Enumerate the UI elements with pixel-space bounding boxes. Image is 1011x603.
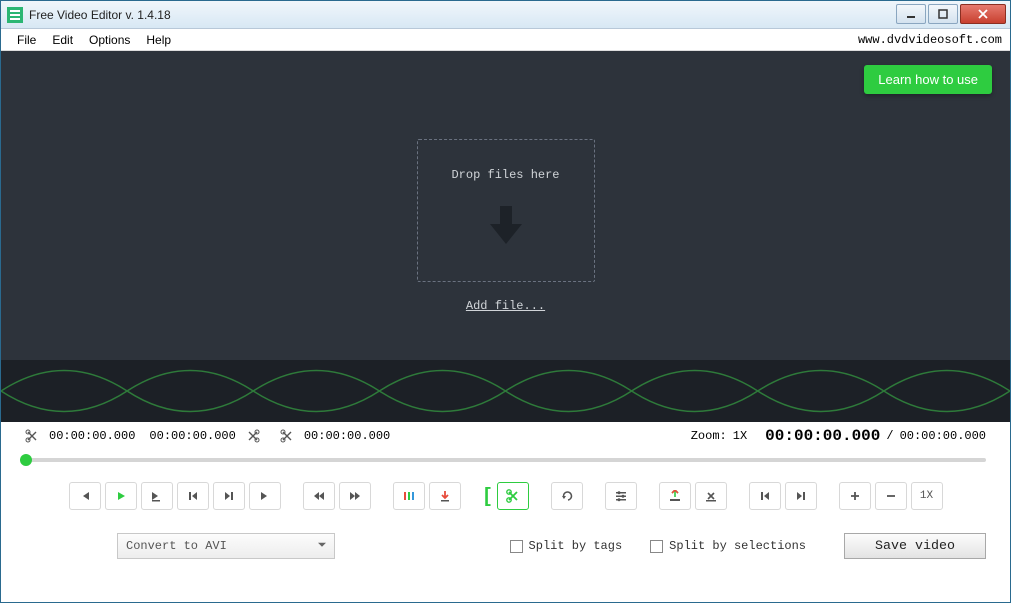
marker-button[interactable] bbox=[393, 482, 425, 510]
zoom-label: Zoom: bbox=[691, 429, 727, 443]
drop-zone[interactable]: Drop files here bbox=[417, 139, 595, 282]
video-preview-area: Learn how to use Drop files here Add fil… bbox=[1, 51, 1010, 360]
menu-options[interactable]: Options bbox=[81, 29, 138, 51]
split-by-tags-label: Split by tags bbox=[529, 539, 623, 553]
zoom-out-button[interactable] bbox=[875, 482, 907, 510]
window-buttons bbox=[894, 4, 1006, 26]
settings-button[interactable] bbox=[605, 482, 637, 510]
speed-indicator[interactable]: 1X bbox=[911, 482, 943, 510]
current-timecode: 00:00:00.000 bbox=[765, 427, 880, 445]
maximize-button[interactable] bbox=[928, 4, 958, 24]
cut-start-icon[interactable] bbox=[25, 429, 39, 443]
add-file-link[interactable]: Add file... bbox=[466, 299, 545, 313]
mark-position-button[interactable] bbox=[429, 482, 461, 510]
goto-start-button[interactable] bbox=[749, 482, 781, 510]
time-separator: / bbox=[886, 429, 893, 443]
delete-selection-button[interactable] bbox=[695, 482, 727, 510]
duration-timecode: 00:00:00.000 bbox=[304, 429, 390, 443]
cut-button[interactable] bbox=[497, 482, 529, 510]
bracket-open-icon: [ bbox=[483, 482, 493, 510]
bottom-bar: Convert to AVI Split by tags Split by se… bbox=[1, 521, 1010, 571]
prev-frame-button[interactable] bbox=[177, 482, 209, 510]
split-by-selections-label: Split by selections bbox=[669, 539, 806, 553]
forward-button[interactable] bbox=[249, 482, 281, 510]
output-format-select[interactable]: Convert to AVI bbox=[117, 533, 335, 559]
rotate-button[interactable] bbox=[551, 482, 583, 510]
scissor-icon[interactable] bbox=[280, 429, 294, 443]
menu-file[interactable]: File bbox=[9, 29, 44, 51]
learn-how-button[interactable]: Learn how to use bbox=[864, 65, 992, 94]
waveform-panel[interactable] bbox=[1, 360, 1010, 422]
time-readout-bar: 00:00:00.000 00:00:00.000 00:00:00.000 Z… bbox=[1, 422, 1010, 449]
menu-help[interactable]: Help bbox=[138, 29, 179, 51]
zoom-value: 1X bbox=[733, 429, 747, 443]
timeline-thumb[interactable] bbox=[20, 454, 32, 466]
timeline-slider[interactable] bbox=[25, 458, 986, 462]
play-to-button[interactable] bbox=[141, 482, 173, 510]
split-by-selections-option[interactable]: Split by selections bbox=[650, 539, 806, 553]
site-link[interactable]: www.dvdvideosoft.com bbox=[858, 33, 1002, 47]
playback-toolbar: [ 1X bbox=[1, 471, 1010, 521]
menu-edit[interactable]: Edit bbox=[44, 29, 81, 51]
split-by-tags-option[interactable]: Split by tags bbox=[510, 539, 623, 553]
goto-end-button[interactable] bbox=[785, 482, 817, 510]
minimize-button[interactable] bbox=[896, 4, 926, 24]
window-title: Free Video Editor v. 1.4.18 bbox=[29, 8, 894, 22]
drop-text: Drop files here bbox=[451, 168, 559, 182]
app-window: Free Video Editor v. 1.4.18 File Edit Op… bbox=[0, 0, 1011, 603]
split-by-selections-checkbox[interactable] bbox=[650, 540, 663, 553]
export-frame-button[interactable] bbox=[659, 482, 691, 510]
title-bar[interactable]: Free Video Editor v. 1.4.18 bbox=[1, 1, 1010, 29]
timeline-slider-area bbox=[1, 449, 1010, 471]
menu-bar: File Edit Options Help www.dvdvideosoft.… bbox=[1, 29, 1010, 51]
app-icon bbox=[7, 7, 23, 23]
rewind-button[interactable] bbox=[69, 482, 101, 510]
split-by-tags-checkbox[interactable] bbox=[510, 540, 523, 553]
total-timecode: 00:00:00.000 bbox=[900, 429, 986, 443]
skip-back-button[interactable] bbox=[303, 482, 335, 510]
end-timecode: 00:00:00.000 bbox=[149, 429, 235, 443]
save-video-button[interactable]: Save video bbox=[844, 533, 986, 559]
cut-end-icon[interactable] bbox=[246, 429, 260, 443]
next-frame-button[interactable] bbox=[213, 482, 245, 510]
output-format-value: Convert to AVI bbox=[126, 539, 227, 553]
down-arrow-icon bbox=[482, 200, 530, 248]
start-timecode: 00:00:00.000 bbox=[49, 429, 135, 443]
close-button[interactable] bbox=[960, 4, 1006, 24]
zoom-in-button[interactable] bbox=[839, 482, 871, 510]
play-button[interactable] bbox=[105, 482, 137, 510]
skip-forward-button[interactable] bbox=[339, 482, 371, 510]
